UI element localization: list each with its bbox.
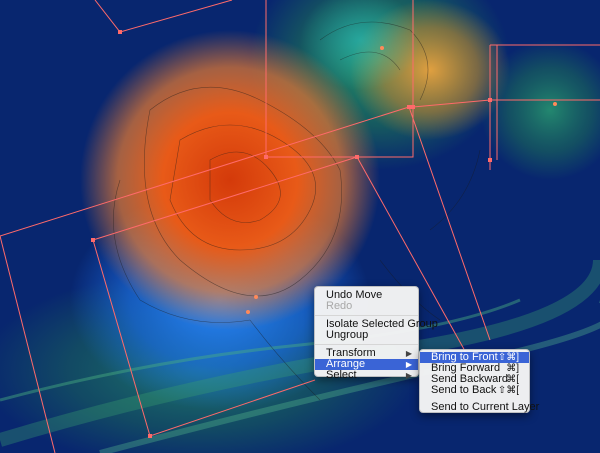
menu-item-send-to-current-layer[interactable]: Send to Current Layer bbox=[420, 402, 539, 413]
submenu-arrow-icon: ▶ bbox=[405, 349, 412, 358]
menu-item-redo: Redo bbox=[326, 300, 353, 312]
arrange-submenu: Bring to Front ⇧⌘] Bring Forward ⌘] Send… bbox=[419, 349, 539, 413]
submenu-arrow-icon: ▶ bbox=[405, 371, 412, 380]
menu-separator bbox=[315, 315, 418, 316]
shortcut-label: ⌘] bbox=[506, 363, 519, 374]
submenu-arrow-icon: ▶ bbox=[405, 360, 412, 369]
shortcut-label: ⌘[ bbox=[506, 374, 519, 385]
menu-item-select[interactable]: Select ▶ bbox=[315, 370, 418, 381]
menu-item-send-to-back[interactable]: Send to Back ⇧⌘[ bbox=[420, 385, 529, 397]
shortcut-label: ⇧⌘[ bbox=[497, 385, 519, 396]
menu-item-ungroup[interactable]: Ungroup bbox=[315, 330, 418, 341]
shortcut-label: ⇧⌘] bbox=[497, 352, 519, 363]
context-menu: Undo Move Redo Isolate Selected Group Un… bbox=[314, 286, 438, 381]
menu-separator bbox=[315, 344, 418, 345]
